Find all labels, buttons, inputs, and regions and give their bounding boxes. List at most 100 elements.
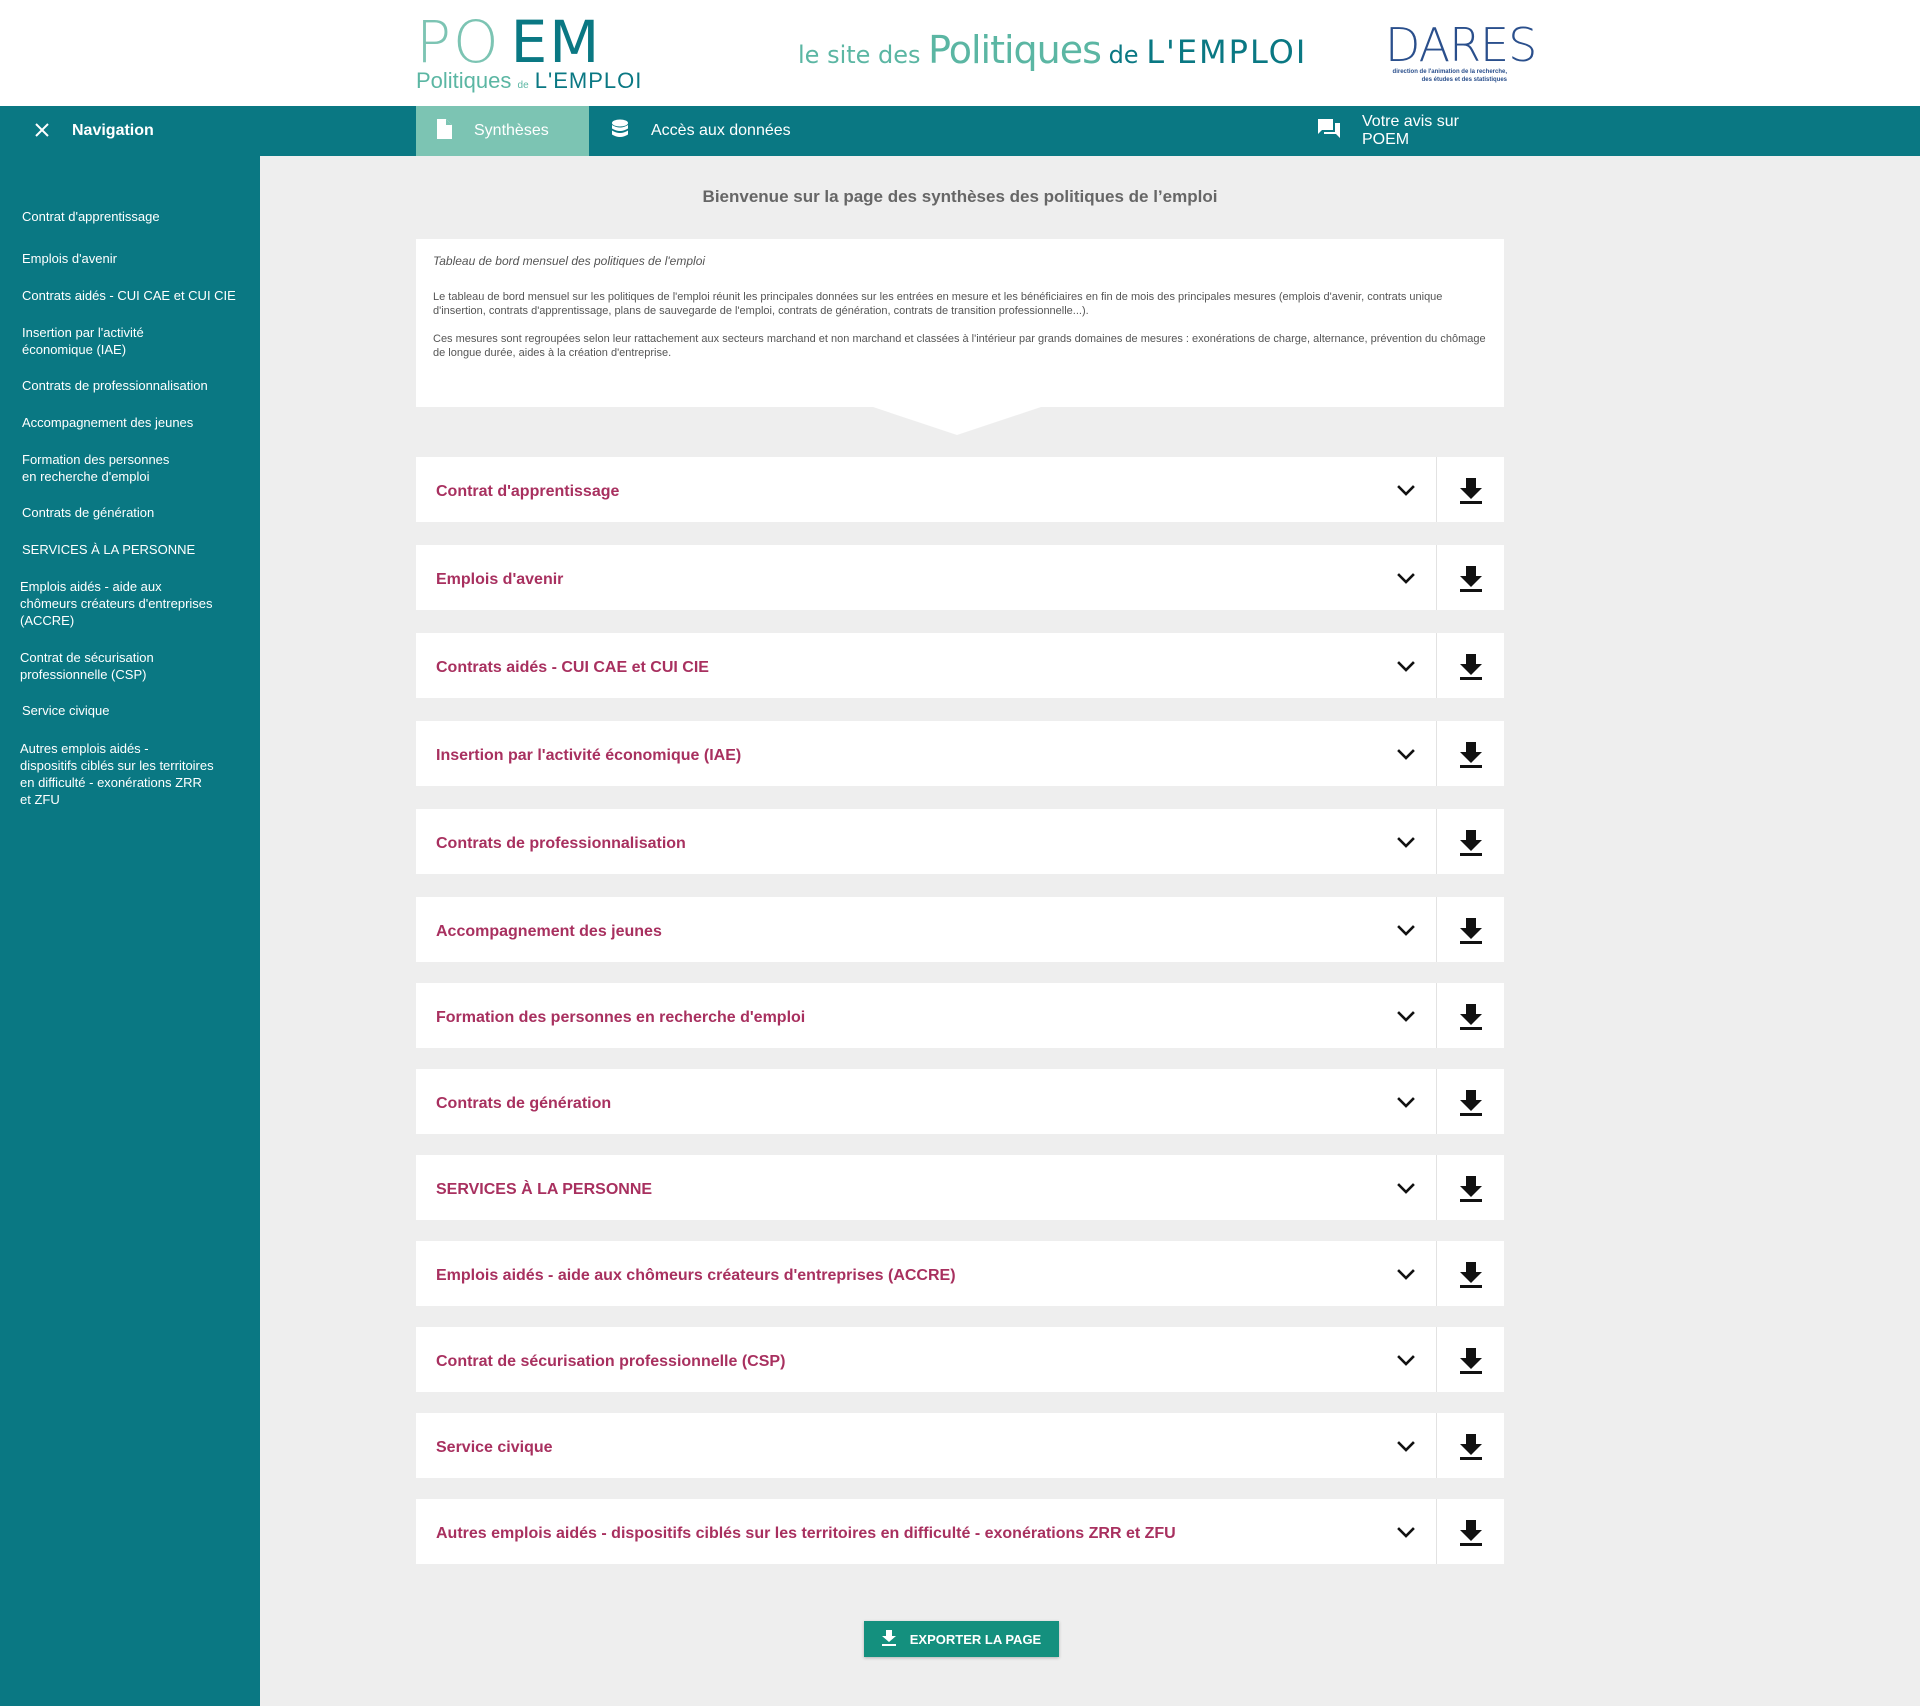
accordion-row[interactable]: Insertion par l'activité économique (IAE…: [416, 721, 1504, 786]
accordion-row[interactable]: Accompagnement des jeunes: [416, 897, 1504, 962]
accordion-divider: [1436, 1499, 1437, 1564]
tagline-part-4: L'EMPLOI: [1146, 33, 1308, 71]
download-icon[interactable]: [1456, 1172, 1486, 1204]
tab-votre-avis-label: Votre avis sur POEM: [1362, 113, 1459, 148]
accordion-row[interactable]: Emplois aidés - aide aux chômeurs créate…: [416, 1241, 1504, 1306]
accordion-divider: [1436, 457, 1437, 522]
tab-syntheses-label: Synthèses: [474, 122, 549, 139]
tab-acces-donnees[interactable]: Accès aux données: [589, 106, 819, 156]
accordion-title[interactable]: Formation des personnes en recherche d'e…: [436, 983, 805, 1052]
download-icon[interactable]: [1456, 650, 1486, 682]
tagline-part-3: de: [1100, 41, 1147, 69]
sidebar-item-contrats-generation[interactable]: Contrats de génération: [22, 504, 252, 521]
export-page-button[interactable]: EXPORTER LA PAGE: [864, 1621, 1059, 1657]
accordion-row[interactable]: Formation des personnes en recherche d'e…: [416, 983, 1504, 1048]
download-icon[interactable]: [1456, 1344, 1486, 1376]
accordion-row[interactable]: Contrats aidés - CUI CAE et CUI CIE: [416, 633, 1504, 698]
logo-text-po: PO: [416, 8, 501, 76]
dares-logo[interactable]: DARES direction de l'animation de la rec…: [1385, 18, 1537, 84]
chevron-down-icon[interactable]: [1394, 919, 1418, 943]
download-icon[interactable]: [1456, 1000, 1486, 1032]
chevron-down-icon[interactable]: [1394, 655, 1418, 679]
accordion-row[interactable]: Contrat d'apprentissage: [416, 457, 1504, 522]
accordion-title[interactable]: Accompagnement des jeunes: [436, 897, 662, 966]
site-tagline: le site des Politiques de L'EMPLOI: [798, 28, 1307, 72]
accordion-divider: [1436, 1241, 1437, 1306]
tagline-part-1: le site des: [798, 41, 929, 69]
accordion-title[interactable]: Contrats aidés - CUI CAE et CUI CIE: [436, 633, 709, 702]
accordion-row[interactable]: Autres emplois aidés - dispositifs ciblé…: [416, 1499, 1504, 1564]
download-icon[interactable]: [1456, 1086, 1486, 1118]
accordion-divider: [1436, 983, 1437, 1048]
accordion-title[interactable]: Service civique: [436, 1413, 553, 1482]
accordion-title[interactable]: Contrats de professionnalisation: [436, 809, 686, 878]
accordion-divider: [1436, 545, 1437, 610]
tab-acces-donnees-label: Accès aux données: [651, 122, 791, 139]
download-icon[interactable]: [1456, 1516, 1486, 1548]
accordion-title[interactable]: Insertion par l'activité économique (IAE…: [436, 721, 741, 790]
logo-text-emploi: L'EMPLOI: [534, 68, 643, 93]
close-icon: [34, 118, 50, 144]
sidebar-item-contrats-aides[interactable]: Contrats aidés - CUI CAE et CUI CIE: [22, 287, 252, 304]
download-icon[interactable]: [1456, 914, 1486, 946]
chevron-down-icon[interactable]: [1394, 1177, 1418, 1201]
chevron-down-icon[interactable]: [1394, 743, 1418, 767]
accordion-divider: [1436, 809, 1437, 874]
download-icon[interactable]: [1456, 1258, 1486, 1290]
chevron-down-icon[interactable]: [1394, 1435, 1418, 1459]
chevron-down-icon[interactable]: [1394, 479, 1418, 503]
export-page-label: EXPORTER LA PAGE: [909, 1631, 1042, 1647]
accordion-row[interactable]: Emplois d'avenir: [416, 545, 1504, 610]
dares-subtitle-1: direction de l'animation de la recherche…: [1392, 69, 1507, 75]
accordion-title[interactable]: Contrat de sécurisation professionnelle …: [436, 1327, 785, 1396]
download-icon[interactable]: [1456, 474, 1486, 506]
sidebar-item-autres-emplois[interactable]: Autres emplois aidés - dispositifs ciblé…: [20, 740, 250, 808]
sidebar-item-iae[interactable]: Insertion par l'activité économique (IAE…: [22, 324, 252, 358]
intro-paragraph-2: Ces mesures sont regroupées selon leur r…: [433, 333, 1486, 359]
accordion-row[interactable]: Service civique: [416, 1413, 1504, 1478]
sidebar-item-contrats-professionnalisation[interactable]: Contrats de professionnalisation: [22, 377, 252, 394]
sidebar-item-emplois-avenir[interactable]: Emplois d'avenir: [22, 250, 252, 267]
accordion-row[interactable]: Contrat de sécurisation professionnelle …: [416, 1327, 1504, 1392]
poem-logo[interactable]: PO EM Politiques de L'EMPLOI: [416, 8, 641, 96]
accordion-title[interactable]: Autres emplois aidés - dispositifs ciblé…: [436, 1499, 1176, 1568]
accordion-title[interactable]: Contrat d'apprentissage: [436, 457, 619, 526]
accordion-row[interactable]: SERVICES À LA PERSONNE: [416, 1155, 1504, 1220]
sidebar-item-formation-personnes[interactable]: Formation des personnes en recherche d'e…: [22, 451, 252, 485]
database-icon: [611, 119, 651, 144]
download-icon[interactable]: [1456, 738, 1486, 770]
sidebar-item-accre[interactable]: Emplois aidés - aide aux chômeurs créate…: [20, 578, 250, 629]
chevron-down-icon[interactable]: [1394, 1005, 1418, 1029]
accordion-divider: [1436, 633, 1437, 698]
chevron-down-icon[interactable]: [1394, 567, 1418, 591]
accordion-title[interactable]: Emplois aidés - aide aux chômeurs créate…: [436, 1241, 956, 1310]
sidebar-item-accompagnement-jeunes[interactable]: Accompagnement des jeunes: [22, 414, 252, 431]
accordion-title[interactable]: Emplois d'avenir: [436, 545, 563, 614]
dares-word: DARES: [1385, 18, 1537, 72]
download-icon[interactable]: [1456, 562, 1486, 594]
chevron-down-icon[interactable]: [1394, 1521, 1418, 1545]
intro-paragraph-1: Le tableau de bord mensuel sur les polit…: [433, 291, 1443, 317]
accordion-divider: [1436, 721, 1437, 786]
sidebar-item-contrat-apprentissage[interactable]: Contrat d'apprentissage: [22, 208, 252, 225]
sidebar-item-csp[interactable]: Contrat de sécurisation professionnelle …: [20, 649, 250, 683]
chevron-down-icon[interactable]: [1394, 1091, 1418, 1115]
chevron-down-icon[interactable]: [1394, 1263, 1418, 1287]
chat-icon: [1318, 118, 1362, 144]
accordion-row[interactable]: Contrats de génération: [416, 1069, 1504, 1134]
document-icon: [436, 118, 474, 144]
accordion-divider: [1436, 1155, 1437, 1220]
chevron-down-icon[interactable]: [1394, 831, 1418, 855]
sidebar-item-service-civique[interactable]: Service civique: [22, 702, 252, 719]
sidebar-item-services-personne[interactable]: SERVICES À LA PERSONNE: [22, 541, 252, 558]
accordion-title[interactable]: SERVICES À LA PERSONNE: [436, 1155, 652, 1224]
chevron-down-icon[interactable]: [1394, 1349, 1418, 1373]
download-icon[interactable]: [1456, 1430, 1486, 1462]
accordion-title[interactable]: Contrats de génération: [436, 1069, 611, 1138]
tab-syntheses[interactable]: Synthèses: [416, 106, 589, 156]
accordion-row[interactable]: Contrats de professionnalisation: [416, 809, 1504, 874]
tab-votre-avis[interactable]: Votre avis sur POEM: [1310, 106, 1510, 156]
navigation-toggle-button[interactable]: Navigation: [0, 106, 260, 156]
tagline-part-2: Politiques: [928, 28, 1102, 72]
download-icon[interactable]: [1456, 826, 1486, 858]
